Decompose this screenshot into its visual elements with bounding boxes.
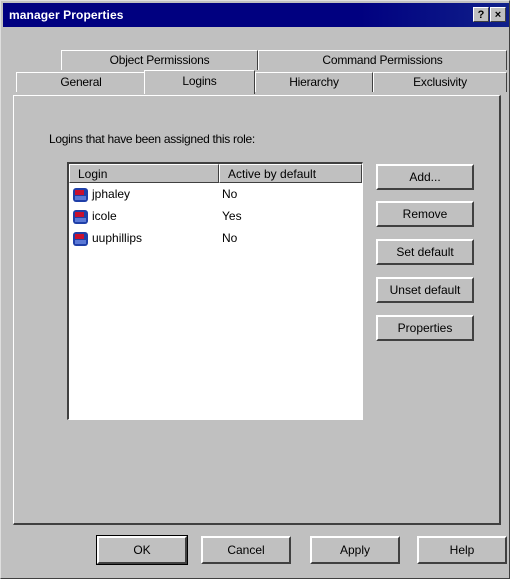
set-default-button[interactable]: Set default — [376, 239, 474, 265]
login-name: uuphillips — [92, 231, 143, 245]
remove-button[interactable]: Remove — [376, 201, 474, 227]
list-item[interactable]: icole Yes — [69, 206, 362, 228]
logins-label: Logins that have been assigned this role… — [49, 132, 255, 146]
tab-command-permissions[interactable]: Command Permissions — [258, 50, 507, 70]
tab-exclusivity[interactable]: Exclusivity — [373, 72, 507, 92]
active-by-default-value: Yes — [222, 209, 242, 223]
active-by-default-value: No — [222, 187, 238, 201]
column-header-active-by-default[interactable]: Active by default — [219, 164, 362, 183]
login-name: icole — [92, 209, 117, 223]
cancel-button[interactable]: Cancel — [201, 536, 291, 564]
active-by-default-value: No — [222, 231, 238, 245]
login-name: jphaley — [92, 187, 131, 201]
close-title-button[interactable]: × — [490, 7, 506, 22]
window-title: manager Properties — [9, 8, 124, 22]
column-header-login[interactable]: Login — [69, 164, 219, 183]
unset-default-button[interactable]: Unset default — [376, 277, 474, 303]
properties-dialog: manager Properties ? × Object Permission… — [0, 0, 510, 579]
help-title-button[interactable]: ? — [473, 7, 489, 22]
user-icon — [73, 232, 88, 246]
properties-button[interactable]: Properties — [376, 315, 474, 341]
tab-logins[interactable]: Logins — [144, 70, 255, 94]
user-icon — [73, 210, 88, 224]
tab-object-permissions[interactable]: Object Permissions — [61, 50, 258, 70]
add-button[interactable]: Add... — [376, 164, 474, 190]
apply-button[interactable]: Apply — [310, 536, 400, 564]
list-item[interactable]: jphaley No — [69, 184, 362, 206]
tab-general[interactable]: General — [16, 72, 146, 92]
list-item[interactable]: uuphillips No — [69, 228, 362, 250]
logins-list[interactable]: Login Active by default jphaley No icole… — [67, 162, 363, 420]
ok-button[interactable]: OK — [96, 535, 188, 565]
help-button[interactable]: Help — [417, 536, 507, 564]
user-icon — [73, 188, 88, 202]
title-bar[interactable]: manager Properties ? × — [3, 3, 509, 27]
tab-hierarchy[interactable]: Hierarchy — [255, 72, 373, 92]
